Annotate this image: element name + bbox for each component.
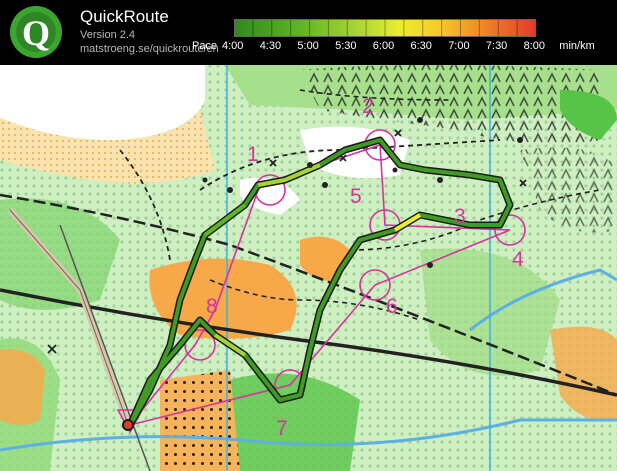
- app-title: QuickRoute: [80, 7, 169, 26]
- pace-tick-label: 6:00: [372, 40, 395, 52]
- quickroute-logo-icon: Q: [10, 6, 62, 58]
- control-number-8: 8: [206, 295, 218, 318]
- quickroute-window: Q QuickRoute Version 2.4 matstroeng.se/q…: [0, 0, 617, 471]
- control-number-4: 4: [512, 248, 524, 271]
- pace-tick-label: 5:30: [335, 40, 357, 52]
- header-bar: Q QuickRoute Version 2.4 matstroeng.se/q…: [0, 0, 617, 65]
- control-number-1: 1: [247, 143, 259, 166]
- pace-tick-label: 5:00: [297, 40, 319, 52]
- pace-tick-label: 7:30: [485, 40, 508, 52]
- control-number-2: 2: [362, 95, 374, 118]
- map-canvas[interactable]: [0, 65, 617, 471]
- cultivated-field: [160, 370, 240, 471]
- control-number-7: 7: [276, 417, 288, 440]
- pace-unit-label: min/km: [559, 40, 595, 52]
- app-version: Version 2.4: [80, 29, 136, 41]
- control-number-6: 6: [386, 295, 398, 318]
- pace-tick-label: 7:00: [448, 40, 470, 52]
- control-number-3: 3: [454, 205, 466, 228]
- pace-tick-label: 8:00: [523, 40, 546, 52]
- pace-color-scale: [234, 19, 536, 37]
- pace-scale-label: Pace: [192, 40, 218, 52]
- pace-tick-label: 6:30: [410, 40, 432, 52]
- logo-letter: Q: [22, 13, 50, 53]
- orienteering-map[interactable]: 1 2 3 4 5 6 7 8: [0, 65, 617, 471]
- control-number-5: 5: [350, 185, 362, 208]
- pace-tick-label: 4:30: [259, 40, 282, 52]
- route-start-marker: [122, 419, 134, 431]
- pace-tick-label: 4:00: [222, 40, 244, 52]
